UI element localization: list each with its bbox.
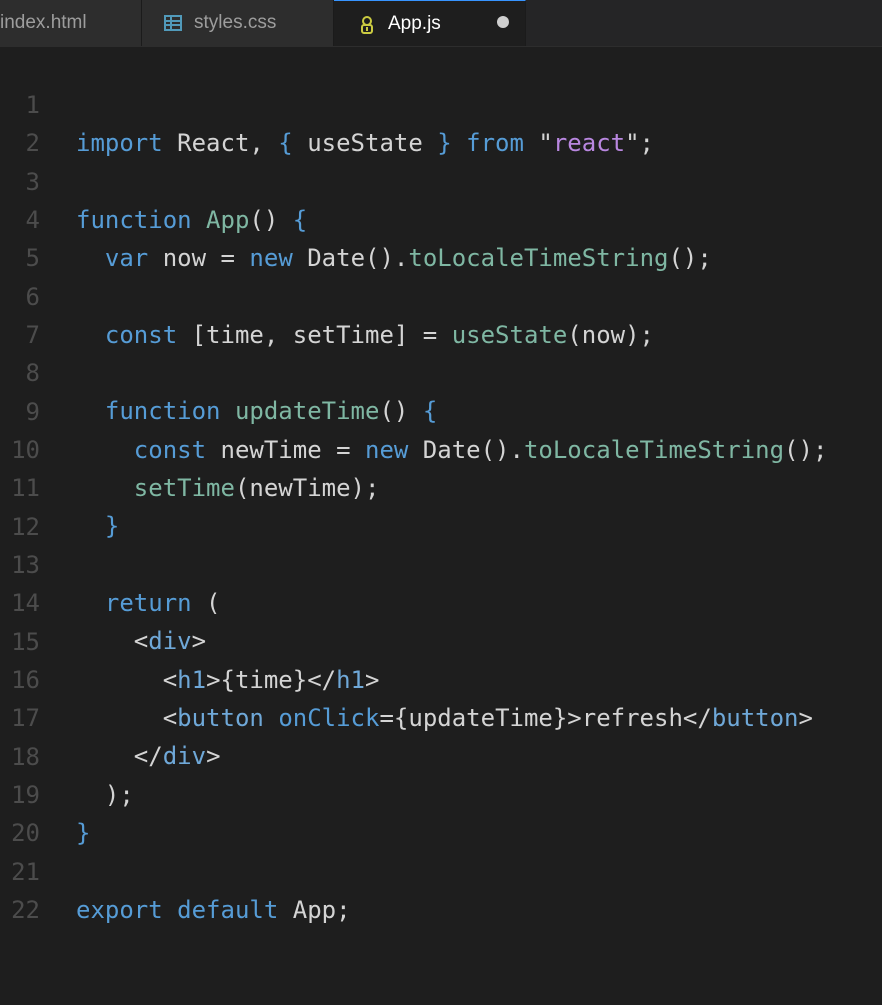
- tab-index-html[interactable]: index.html: [0, 0, 142, 46]
- code-line: 19 }: [0, 738, 90, 847]
- code-line: 13 return (: [0, 508, 220, 617]
- editor-tab-bar: index.html styles.css App.js: [0, 0, 882, 47]
- code-text: }: [76, 819, 91, 847]
- code-text: import React, { useState } from "react";: [76, 129, 655, 157]
- code-line: 6 const [time, setTime] = useState(now);: [0, 240, 654, 349]
- code-text: const newTime = new Date().toLocaleTimeS…: [133, 436, 828, 464]
- tab-styles-css[interactable]: styles.css: [142, 0, 334, 46]
- code-line: 22: [0, 853, 58, 924]
- code-text: export default App;: [76, 896, 351, 924]
- code-line: 3 function App() {: [0, 125, 308, 234]
- code-line: 11 }: [0, 431, 119, 540]
- code-line: 18 );: [0, 700, 134, 809]
- unsaved-dot-icon[interactable]: [497, 16, 509, 28]
- code-text: );: [76, 781, 134, 809]
- tab-label: styles.css: [194, 12, 277, 33]
- code-line: 21 export default App;: [0, 815, 350, 924]
- tab-app-js[interactable]: App.js: [334, 0, 526, 46]
- code-text: }: [104, 512, 120, 540]
- code-text: <h1>{time}</h1>: [76, 666, 380, 694]
- code-line: 10 setTime(newTime);: [0, 393, 379, 502]
- code-text: </div>: [76, 742, 221, 770]
- css-file-icon: [164, 14, 182, 32]
- code-line: 9 const newTime = new Date().toLocaleTim…: [0, 355, 828, 464]
- tab-label: App.js: [388, 12, 441, 34]
- code-line: 4 var now = new Date().toLocaleTimeStrin…: [0, 163, 712, 272]
- code-text: function updateTime() {: [104, 397, 438, 425]
- code-text: var now = new Date().toLocaleTimeString(…: [104, 244, 712, 272]
- code-line: 5: [0, 201, 58, 272]
- code-text: <div>: [76, 627, 207, 655]
- code-line: 7: [0, 278, 58, 349]
- code-text: const [time, setTime] = useState(now);: [104, 321, 654, 349]
- code-line: 14 <div>: [0, 546, 206, 655]
- code-line: 8 function updateTime() {: [0, 316, 438, 425]
- code-editor[interactable]: 1 import React, { useState } from "react…: [0, 48, 882, 924]
- code-text: <button onClick={updateTime}>refresh</bu…: [76, 704, 813, 732]
- code-line: 17 </div>: [0, 661, 220, 770]
- code-line: 2: [0, 86, 58, 157]
- code-line: 20: [0, 776, 58, 847]
- code-line: 16 <button onClick={updateTime}>refresh<…: [0, 623, 813, 732]
- code-line: 15 <h1>{time}</h1>: [0, 585, 379, 694]
- code-text: function App() {: [76, 206, 308, 234]
- code-text: setTime(newTime);: [133, 474, 380, 502]
- js-file-icon: [358, 15, 376, 34]
- code-line: 12: [0, 470, 58, 541]
- tab-label: index.html: [0, 12, 87, 33]
- code-line: 1 import React, { useState } from "react…: [0, 48, 654, 157]
- code-text: return (: [104, 589, 221, 617]
- line-number: 22: [11, 896, 40, 924]
